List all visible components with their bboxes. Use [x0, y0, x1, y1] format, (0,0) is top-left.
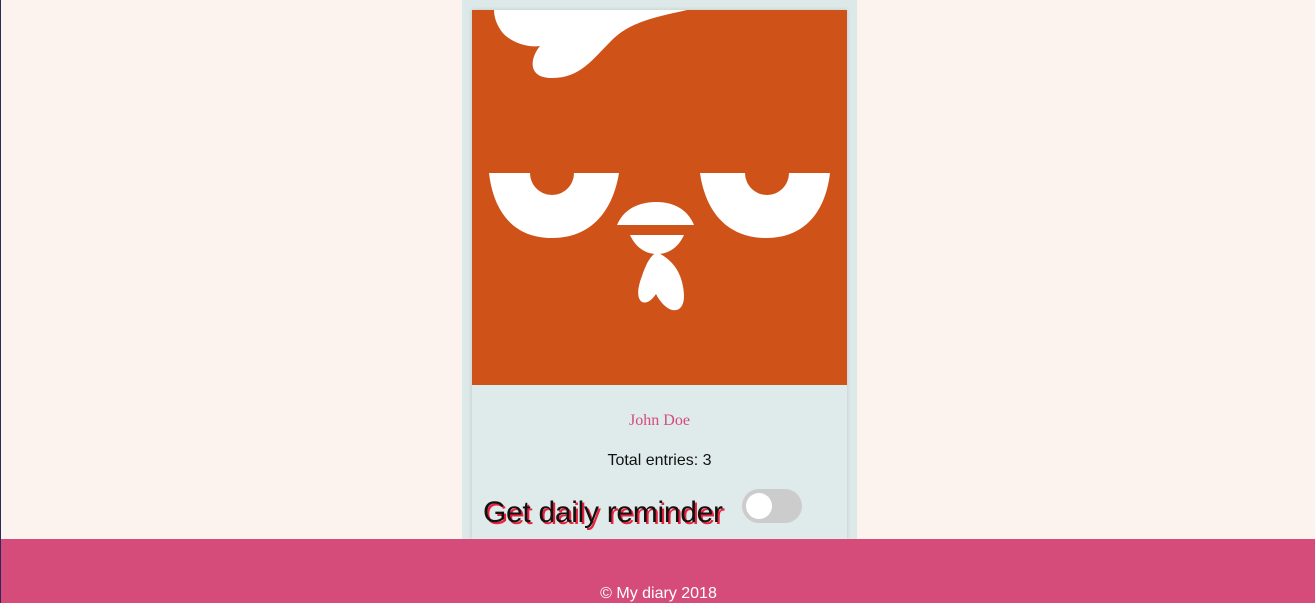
profile-card: John Doe Total entries: 3 Get daily remi… — [472, 10, 847, 539]
footer-copyright: © My diary 2018 — [600, 585, 717, 602]
total-entries: Total entries: 3 — [472, 451, 847, 471]
profile-panel: John Doe Total entries: 3 Get daily remi… — [462, 0, 857, 539]
daily-reminder-label: Get daily reminder — [483, 496, 723, 529]
total-entries-value: 3 — [702, 452, 712, 469]
avatar — [472, 10, 847, 385]
user-name: John Doe — [629, 412, 690, 429]
toggle-knob — [746, 493, 772, 519]
daily-reminder-toggle[interactable] — [742, 489, 802, 523]
total-entries-label: Total entries: — [607, 452, 699, 469]
